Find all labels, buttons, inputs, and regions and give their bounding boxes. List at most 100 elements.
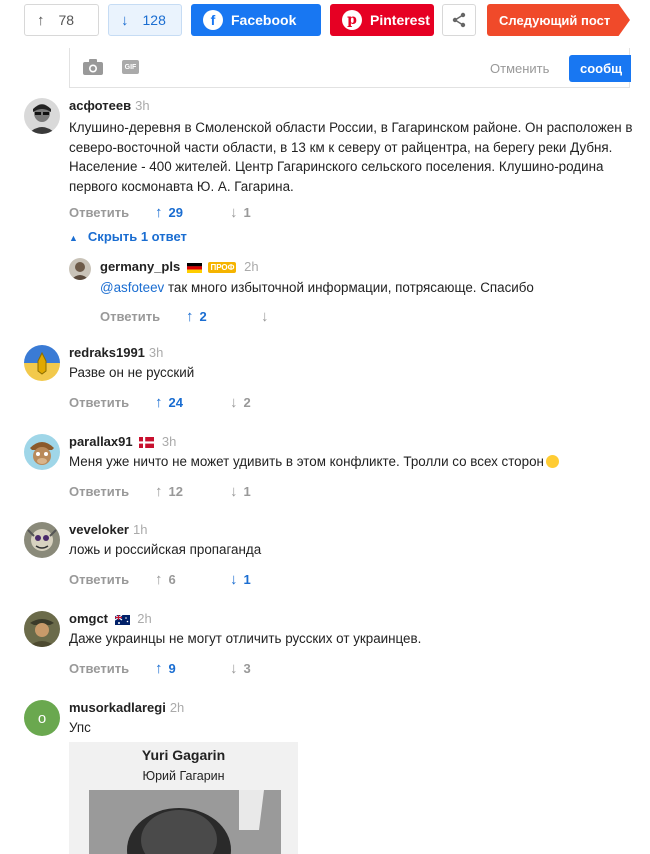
- comment: parallax91 3h Меня уже ничто не может уд…: [24, 434, 630, 504]
- avatar[interactable]: [24, 98, 60, 134]
- downvote-button[interactable]: 1: [230, 204, 251, 221]
- facebook-icon: f: [203, 10, 223, 30]
- arrow-up-icon: ↑: [37, 11, 45, 29]
- comment-image[interactable]: Yuri Gagarin Юрий Гагарин: [69, 742, 298, 854]
- upvote-button[interactable]: 2: [186, 308, 261, 325]
- upvote-button[interactable]: 9: [155, 660, 230, 677]
- reply-button[interactable]: Ответить: [69, 205, 155, 220]
- upvote-button[interactable]: 29: [155, 204, 230, 221]
- comment: асфотеев 3h Клушино-деревня в Смоленской …: [24, 98, 632, 228]
- timestamp: 2h: [244, 259, 259, 274]
- image-subtitle: Юрий Гагарин: [142, 769, 225, 783]
- avatar[interactable]: [69, 258, 91, 280]
- cancel-button[interactable]: Отменить: [490, 61, 549, 76]
- upvote-button[interactable]: ↑ 78: [24, 4, 99, 36]
- post-action-bar: ↑ 78 ↓ 128 f Facebook p Pinterest Следую…: [24, 4, 630, 38]
- next-post-label: Следующий пост: [499, 12, 611, 28]
- username[interactable]: асфотеев: [69, 98, 131, 113]
- comment-actions: Ответить 6 1: [69, 571, 251, 588]
- comment-actions: Ответить 29 1: [69, 204, 251, 221]
- upvote-count: 24: [168, 395, 183, 410]
- downvote-button[interactable]: 2: [230, 394, 251, 411]
- timestamp: 2h: [137, 611, 152, 626]
- username[interactable]: musorkadlaregi: [69, 700, 166, 715]
- upvote-button[interactable]: 24: [155, 394, 230, 411]
- avatar[interactable]: [24, 434, 60, 470]
- denmark-flag-icon: [139, 437, 155, 449]
- comment-header: redraks1991 3h: [69, 345, 163, 360]
- avatar[interactable]: [24, 611, 60, 647]
- username[interactable]: redraks1991: [69, 345, 145, 360]
- username[interactable]: germany_pls: [100, 259, 180, 274]
- avatar[interactable]: [24, 522, 60, 558]
- downvote-count: 3: [243, 661, 251, 676]
- pro-badge: ПРОФ: [208, 262, 237, 274]
- facebook-share-button[interactable]: f Facebook: [191, 4, 321, 36]
- upvote-count: 78: [58, 12, 75, 28]
- pinterest-share-button[interactable]: p Pinterest: [330, 4, 434, 36]
- downvote-button[interactable]: 3: [230, 660, 251, 677]
- downvote-count: 1: [243, 484, 251, 499]
- hide-replies-toggle[interactable]: ▲ Скрыть 1 ответ: [69, 229, 187, 244]
- upvote-count: 9: [168, 661, 176, 676]
- downvote-count: 1: [243, 572, 251, 587]
- reply-comment: germany_pls ПРОФ 2h @asfoteev так много …: [69, 258, 630, 328]
- avatar[interactable]: o: [24, 700, 60, 736]
- comment-actions: Ответить 2: [100, 308, 275, 325]
- comment-header: musorkadlaregi 2h: [69, 700, 184, 715]
- facebook-share-label: Facebook: [231, 12, 297, 28]
- timestamp: 2h: [169, 700, 185, 715]
- timestamp: 3h: [135, 98, 150, 113]
- comment-text: Меня уже ничто не может удивить в этом к…: [69, 452, 634, 472]
- portrait-photo: [89, 790, 281, 854]
- reply-button[interactable]: Ответить: [100, 309, 186, 324]
- comment-header: veveloker 1h: [69, 522, 147, 537]
- downvote-count: 1: [243, 205, 251, 220]
- comment-header: асфотеев 3h: [69, 98, 150, 113]
- username[interactable]: parallax91: [69, 434, 133, 449]
- upvote-count: 2: [199, 309, 207, 324]
- pinterest-share-label: Pinterest: [370, 12, 430, 28]
- avatar-letter: o: [37, 709, 47, 727]
- comment-text: Даже украинцы не могут отличить русских …: [69, 631, 422, 646]
- share-more-button[interactable]: [442, 4, 476, 36]
- user-mention-link[interactable]: @asfoteev: [100, 280, 164, 295]
- username[interactable]: omgct: [69, 611, 108, 626]
- comment-text: @asfoteev так много избыточной информаци…: [100, 278, 630, 298]
- arrow-down-icon: ↓: [121, 11, 129, 29]
- upvote-count: 12: [168, 484, 183, 499]
- gif-icon[interactable]: GIF: [122, 60, 139, 74]
- timestamp: 3h: [161, 434, 177, 449]
- submit-comment-button[interactable]: сообщ: [569, 55, 631, 82]
- upvote-button[interactable]: 12: [155, 483, 230, 500]
- comment-text: Клушино-деревня в Смоленской области Рос…: [69, 120, 633, 194]
- reply-button[interactable]: Ответить: [69, 484, 155, 499]
- upvote-button[interactable]: 6: [155, 571, 230, 588]
- grinning-emoji-icon: [545, 455, 559, 468]
- australia-flag-icon: [114, 614, 130, 625]
- chevron-up-icon: ▲: [69, 233, 78, 243]
- comment-header: parallax91 3h: [69, 434, 176, 449]
- image-title: Yuri Gagarin: [141, 747, 226, 763]
- downvote-button[interactable]: 1: [230, 483, 251, 500]
- comment-actions: Ответить 12 1: [69, 483, 251, 500]
- comment-actions: Ответить 24 2: [69, 394, 251, 411]
- upvote-count: 6: [168, 572, 176, 587]
- next-post-button[interactable]: Следующий пост: [487, 4, 630, 36]
- downvote-button[interactable]: ↓ 128: [108, 4, 182, 36]
- downvote-button[interactable]: 1: [230, 571, 251, 588]
- avatar[interactable]: [24, 345, 60, 381]
- camera-icon[interactable]: [82, 58, 104, 76]
- downvote-button[interactable]: [261, 308, 275, 325]
- reply-button[interactable]: Ответить: [69, 661, 155, 676]
- username[interactable]: veveloker: [69, 522, 129, 537]
- reply-button[interactable]: Ответить: [69, 395, 155, 410]
- comment-text-body: так много избыточной информации, потряса…: [164, 280, 534, 295]
- reply-button[interactable]: Ответить: [69, 572, 155, 587]
- timestamp: 3h: [148, 345, 164, 360]
- share-icon: [452, 12, 466, 28]
- germany-flag-icon: [186, 262, 202, 273]
- comment-header: omgct 2h: [69, 611, 152, 626]
- comment: o musorkadlaregi 2h Упс: [24, 700, 630, 740]
- comment-header: germany_pls ПРОФ 2h: [100, 259, 259, 274]
